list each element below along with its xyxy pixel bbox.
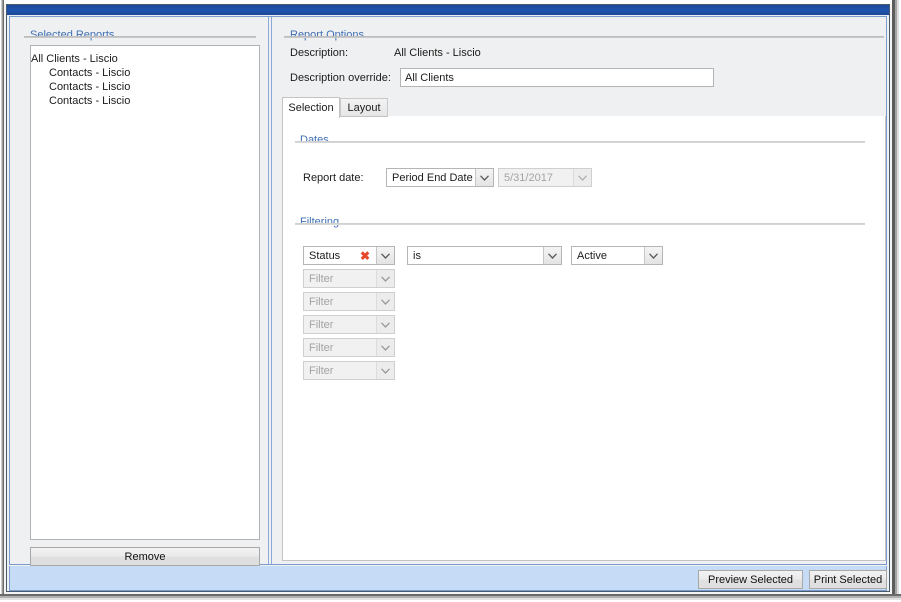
filter-field-label: Status <box>309 249 341 262</box>
empty-filter-combo: Filter <box>303 315 395 334</box>
chevron-down-icon[interactable] <box>475 169 493 186</box>
dates-group-title: Dates <box>297 134 332 146</box>
chevron-down-icon[interactable] <box>543 247 561 264</box>
report-options-tabstrip: Selection Layout <box>282 97 886 118</box>
list-item[interactable]: Contacts - Liscio <box>31 66 259 80</box>
empty-filter-combo: Filter <box>303 292 395 311</box>
selected-reports-pane: Selected Reports All Clients - Liscio Co… <box>10 17 266 566</box>
window-titlebar[interactable] <box>7 5 889 15</box>
report-options-group-divider <box>284 36 884 38</box>
tab-layout[interactable]: Layout <box>340 98 388 117</box>
window-shadow-bottom <box>0 594 901 602</box>
chevron-down-icon[interactable] <box>376 247 394 264</box>
report-date-combo[interactable]: Period End Date <box>386 168 494 187</box>
report-options-pane: Report Options Description: All Clients … <box>274 17 886 564</box>
empty-filter-placeholder: Filter <box>309 364 334 377</box>
empty-filter-combo: Filter <box>303 361 395 380</box>
list-item-label: All Clients - Liscio <box>31 53 118 65</box>
chevron-down-icon[interactable] <box>644 247 662 264</box>
filter-field-combo[interactable]: Status ✖ <box>303 246 395 265</box>
tab-selection[interactable]: Selection <box>282 97 340 118</box>
description-override-input[interactable] <box>400 68 714 87</box>
red-x-icon[interactable]: ✖ <box>360 250 370 262</box>
chevron-down-icon <box>573 169 591 186</box>
empty-filter-placeholder: Filter <box>309 341 334 354</box>
filter-operator-combo[interactable]: is <box>407 246 562 265</box>
report-date-combo-value: Period End Date <box>392 171 473 184</box>
selected-reports-group-divider <box>24 36 256 38</box>
window-shadow-right <box>892 0 901 602</box>
chevron-down-icon <box>376 270 394 287</box>
description-value: All Clients - Liscio <box>394 47 481 59</box>
application-window-frame: Selected Reports All Clients - Liscio Co… <box>0 0 901 602</box>
empty-filter-placeholder: Filter <box>309 318 334 331</box>
print-selected-button[interactable]: Print Selected <box>809 570 887 589</box>
report-date-label: Report date: <box>303 172 364 184</box>
bottom-action-bar: Preview Selected Print Selected <box>9 566 887 591</box>
list-item[interactable]: Contacts - Liscio <box>31 80 259 94</box>
description-label: Description: <box>290 47 349 59</box>
empty-filter-placeholder: Filter <box>309 295 334 308</box>
window-body: Selected Reports All Clients - Liscio Co… <box>9 16 887 566</box>
empty-filter-placeholder: Filter <box>309 272 334 285</box>
selection-tab-panel: Dates Report date: Period End Date 5/31/… <box>282 116 886 561</box>
main-window: Selected Reports All Clients - Liscio Co… <box>6 4 890 592</box>
filtering-group-title: Filtering <box>297 216 343 228</box>
filtering-group-divider <box>295 223 865 225</box>
selected-reports-group-title: Selected Reports <box>26 29 119 41</box>
pane-splitter[interactable] <box>266 17 274 564</box>
selected-reports-listbox[interactable]: All Clients - Liscio Contacts - Liscio C… <box>30 45 260 540</box>
filter-operator-value: is <box>413 249 421 262</box>
preview-selected-button[interactable]: Preview Selected <box>698 570 803 589</box>
report-options-group-title: Report Options <box>286 29 368 41</box>
list-item[interactable]: Contacts - Liscio <box>31 94 259 108</box>
remove-button[interactable]: Remove <box>30 547 260 566</box>
report-date-picker-value: 5/31/2017 <box>504 171 553 184</box>
empty-filter-combo: Filter <box>303 338 395 357</box>
dates-group-divider <box>295 141 865 143</box>
empty-filter-combo: Filter <box>303 269 395 288</box>
filter-value-combo[interactable]: Active <box>571 246 663 265</box>
chevron-down-icon <box>376 316 394 333</box>
window-shadow-left <box>0 0 4 602</box>
chevron-down-icon <box>376 362 394 379</box>
filter-value-value: Active <box>577 249 607 262</box>
list-item[interactable]: All Clients - Liscio <box>31 52 259 66</box>
report-date-picker: 5/31/2017 <box>498 168 592 187</box>
chevron-down-icon <box>376 339 394 356</box>
chevron-down-icon <box>376 293 394 310</box>
description-override-label: Description override: <box>290 72 391 84</box>
